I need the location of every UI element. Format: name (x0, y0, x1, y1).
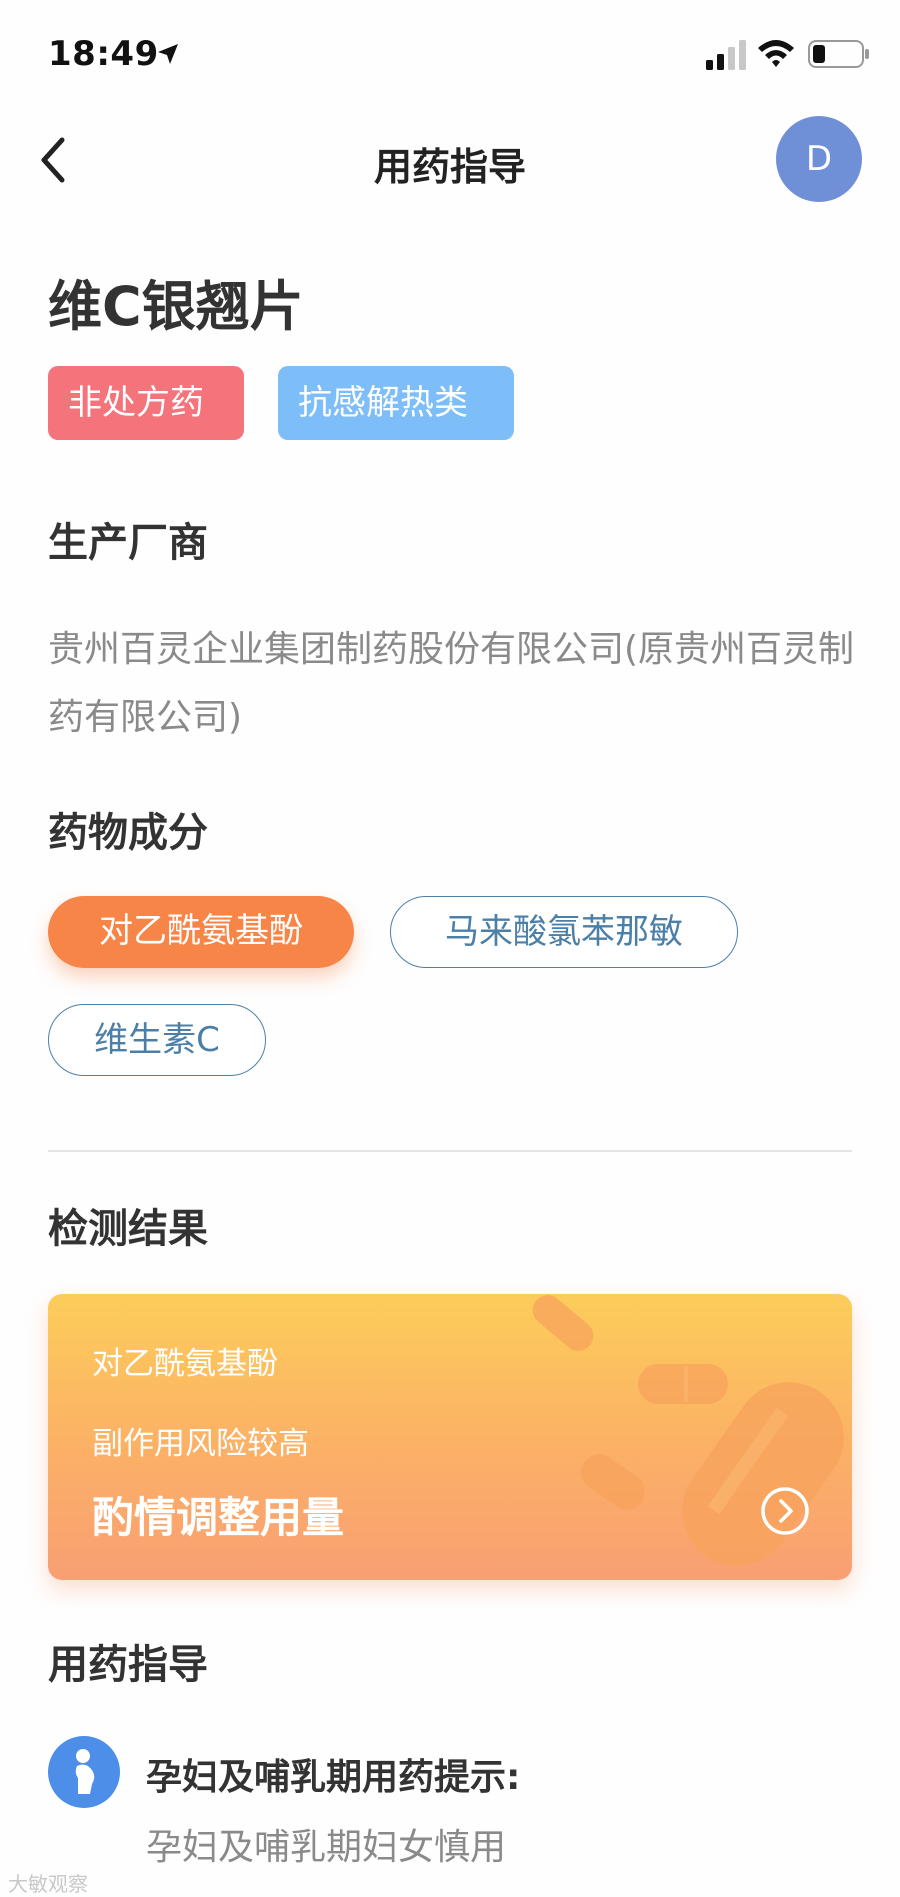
otc-tag: 非处方药 (48, 366, 244, 440)
chevron-right-circle-icon[interactable] (760, 1486, 810, 1536)
ingredient-chip-chlorphenamine[interactable]: 马来酸氯苯那敏 (390, 896, 738, 968)
manufacturer-text: 贵州百灵企业集团制药股份有限公司(原贵州百灵制药有限公司) (48, 629, 855, 738)
status-time: 18:49 (48, 34, 159, 74)
page-title: 用药指导 (373, 145, 526, 189)
location-arrow-icon (158, 44, 178, 64)
signal-icon (706, 40, 746, 70)
wifi-icon (758, 40, 794, 67)
pregnant-woman-icon (48, 1736, 120, 1808)
ingredient-chip-vitamin-c[interactable]: 维生素C (48, 1004, 266, 1076)
ingredients-title: 药物成分 (48, 810, 208, 856)
result-ingredient: 对乙酰氨基酚 (92, 1346, 278, 1382)
guide-text: 孕妇及哺乳期妇女慎用 (146, 1827, 507, 1868)
guide-heading: 孕妇及哺乳期用药提示: (146, 1757, 521, 1798)
section-divider (48, 1150, 852, 1152)
manufacturer-title: 生产厂商 (48, 520, 208, 566)
result-advice: 酌情调整用量 (92, 1493, 345, 1542)
result-risk: 副作用风险较高 (92, 1426, 309, 1462)
guide-title: 用药指导 (48, 1642, 208, 1688)
nav-bar: 用药指导 D (0, 110, 900, 210)
avatar[interactable]: D (776, 116, 862, 202)
category-tag: 抗感解热类 (278, 366, 514, 440)
result-card[interactable]: 对乙酰氨基酚 副作用风险较高 酌情调整用量 (48, 1294, 852, 1580)
battery-icon (808, 40, 869, 68)
drug-name: 维C银翘片 (48, 275, 304, 338)
watermark: 大敏观察 (8, 1872, 88, 1896)
ingredient-chip-acetaminophen[interactable]: 对乙酰氨基酚 (48, 896, 354, 968)
status-bar: 18:49 (0, 0, 900, 110)
result-title: 检测结果 (48, 1206, 208, 1252)
